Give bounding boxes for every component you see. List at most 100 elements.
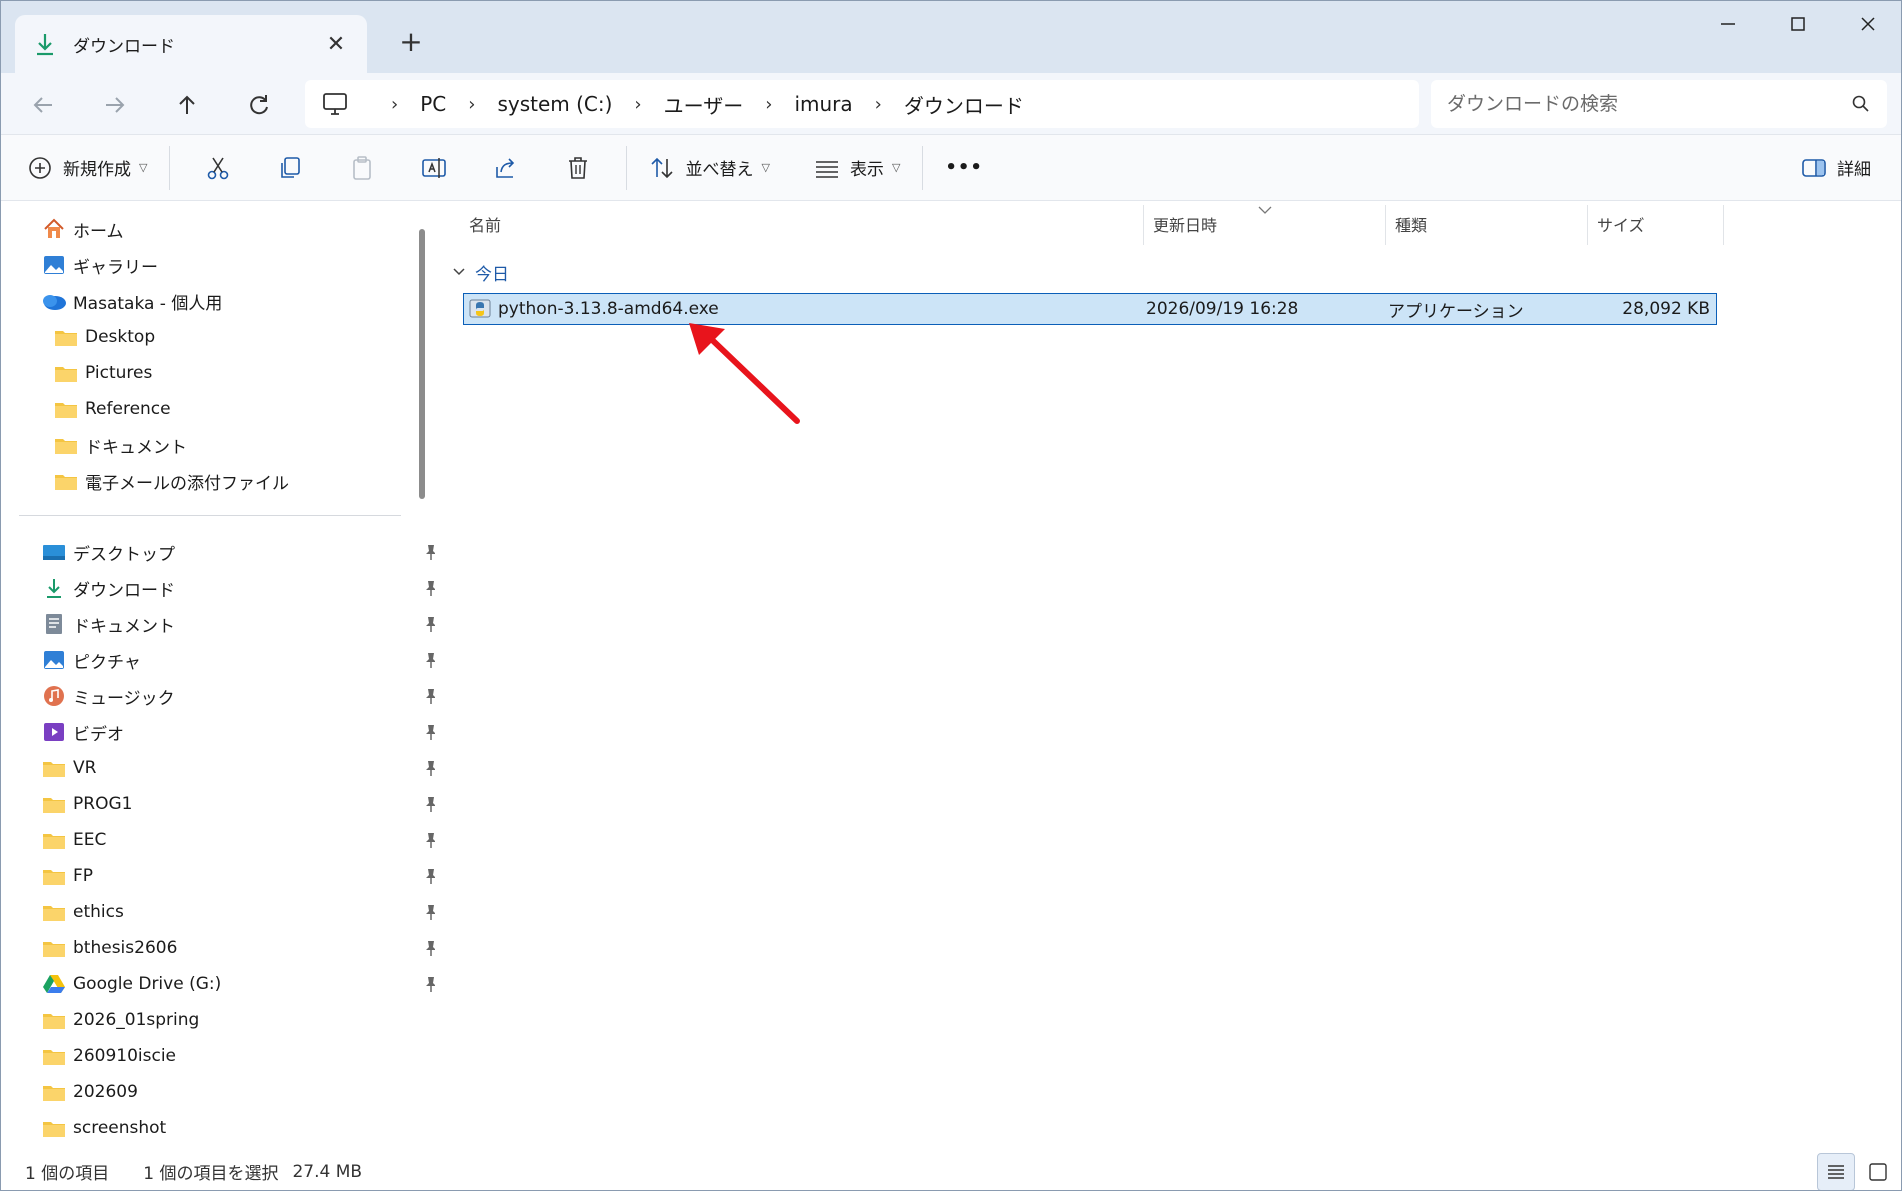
sidebar-item-label: ダウンロード [73, 580, 175, 601]
more-options-button[interactable]: ••• [935, 144, 993, 192]
close-window-button[interactable] [1833, 1, 1901, 47]
arrow-right-icon [106, 97, 125, 113]
clipboard-icon [353, 155, 372, 180]
new-tab-button[interactable]: + [393, 23, 429, 59]
close-tab-button[interactable]: ✕ [321, 29, 351, 59]
sidebar-item-google-drive[interactable]: Google Drive (G:) [41, 966, 436, 1002]
sidebar-item-home[interactable]: ホーム [41, 211, 124, 247]
sidebar-item-onedrive[interactable]: Masataka - 個人用 [41, 283, 222, 319]
folder-icon [41, 1115, 67, 1141]
sidebar-item-pictures-onedrive[interactable]: Pictures [53, 355, 152, 391]
pictures-icon [41, 647, 67, 673]
view-button[interactable]: 表示 ▽ [804, 144, 910, 192]
sidebar-item-ethics[interactable]: ethics [41, 894, 436, 930]
sidebar-item-label: screenshot [73, 1118, 167, 1138]
sidebar-item-desktop[interactable]: デスクトップ [41, 534, 436, 570]
column-header-size[interactable]: サイズ [1589, 201, 1717, 247]
breadcrumb-imura[interactable]: imura [794, 92, 852, 116]
forward-button[interactable] [95, 85, 135, 125]
sidebar-item-260910iscie[interactable]: 260910iscie [41, 1038, 176, 1074]
sidebar-item-label: デスクトップ [73, 544, 175, 565]
details-pane-button[interactable]: 詳細 [1791, 144, 1881, 192]
sidebar-item-gallery[interactable]: ギャラリー [41, 247, 158, 283]
sidebar-item-screenshot[interactable]: screenshot [41, 1110, 166, 1146]
refresh-icon [250, 95, 268, 115]
sidebar-item-prog1[interactable]: PROG1 [41, 786, 436, 822]
toolbar-divider [169, 145, 171, 190]
sidebar-item-pictures[interactable]: ピクチャ [41, 642, 436, 678]
sidebar-item-label: Desktop [85, 327, 156, 347]
up-button[interactable] [167, 85, 207, 125]
details-view-button[interactable] [1817, 1153, 1855, 1190]
tiles-view-button[interactable] [1859, 1153, 1897, 1190]
breadcrumb-system-c[interactable]: system (C:) [497, 92, 612, 116]
column-divider[interactable] [1385, 205, 1386, 245]
rename-icon [422, 157, 447, 178]
sidebar-item-bthesis2606[interactable]: bthesis2606 [41, 930, 436, 966]
music-icon [41, 683, 67, 709]
folder-icon [41, 755, 67, 781]
desktop-icon [41, 539, 67, 565]
breadcrumb-users[interactable]: ユーザー [664, 90, 744, 119]
status-item-count: 1 個の項目 [25, 1164, 110, 1184]
column-header-name[interactable]: 名前 [461, 201, 1169, 247]
group-header-today[interactable]: 今日 [451, 257, 509, 287]
sort-button[interactable]: 並べ替え ▽ [639, 144, 779, 192]
column-divider[interactable] [1143, 205, 1144, 245]
status-selected-count: 1 個の項目を選択 [143, 1164, 279, 1184]
sidebar-item-documents[interactable]: ドキュメント [41, 606, 436, 642]
column-divider[interactable] [1587, 205, 1588, 245]
search-icon[interactable] [1851, 94, 1871, 114]
sidebar-item-vr[interactable]: VR [41, 750, 436, 786]
sidebar-item-documents-onedrive[interactable]: ドキュメント [53, 427, 187, 463]
file-explorer-window: ダウンロード ✕ + › PC › system (C:) › ユーザー › i… [0, 0, 1902, 1191]
sidebar-scrollbar[interactable] [419, 229, 425, 499]
file-name: python-3.13.8-amd64.exe [498, 299, 719, 319]
search-box[interactable] [1431, 80, 1887, 128]
cut-button[interactable] [182, 144, 254, 192]
copy-button[interactable] [254, 144, 326, 192]
column-header-type[interactable]: 種類 [1387, 201, 1587, 247]
new-button-label: 新規作成 [63, 160, 131, 180]
sidebar-item-2026-01spring[interactable]: 2026_01spring [41, 1002, 199, 1038]
rename-button[interactable] [398, 144, 470, 192]
chevron-down-icon: ▽ [139, 161, 148, 174]
paste-button[interactable] [326, 144, 398, 192]
sidebar-item-email-attachments[interactable]: 電子メールの添付ファイル [53, 463, 289, 499]
sidebar-item-desktop-onedrive[interactable]: Desktop [53, 319, 155, 355]
back-button[interactable] [23, 85, 63, 125]
delete-button[interactable] [542, 144, 614, 192]
sidebar-item-fp[interactable]: FP [41, 858, 436, 894]
maximize-button[interactable] [1763, 1, 1833, 47]
minimize-button[interactable] [1693, 1, 1763, 47]
search-input[interactable] [1447, 93, 1851, 115]
sidebar-item-videos[interactable]: ビデオ [41, 714, 436, 750]
toolbar-divider [626, 145, 628, 190]
sidebar-item-202609[interactable]: 202609 [41, 1074, 138, 1110]
sidebar-item-label: ドキュメント [85, 437, 187, 458]
sidebar-item-label: Pictures [85, 363, 153, 383]
sidebar-item-label: PROG1 [73, 794, 133, 814]
maximize-icon [1791, 17, 1805, 31]
tab-downloads[interactable]: ダウンロード ✕ [15, 15, 367, 73]
sidebar-item-eec[interactable]: EEC [41, 822, 436, 858]
folder-icon [41, 791, 67, 817]
video-icon [41, 719, 67, 745]
share-button[interactable] [470, 144, 542, 192]
sidebar-item-label: Masataka - 個人用 [73, 293, 223, 314]
address-bar[interactable]: › PC › system (C:) › ユーザー › imura › ダウンロ… [305, 80, 1419, 128]
sidebar-item-reference[interactable]: Reference [53, 391, 171, 427]
sidebar-item-music[interactable]: ミュージック [41, 678, 436, 714]
breadcrumb-pc[interactable]: PC [420, 92, 446, 116]
breadcrumb-downloads[interactable]: ダウンロード [904, 90, 1024, 119]
table-row[interactable]: python-3.13.8-amd64.exe 2026/09/19 16:28… [463, 293, 1717, 325]
minimize-icon [1721, 23, 1735, 25]
share-icon [496, 157, 515, 178]
sidebar-item-downloads[interactable]: ダウンロード [41, 570, 436, 606]
new-button[interactable]: 新規作成 ▽ [17, 144, 157, 192]
folder-icon [53, 432, 79, 458]
column-divider[interactable] [1723, 205, 1724, 245]
file-type-cell: アプリケーション [1388, 301, 1524, 322]
file-size-cell: 28,092 KB [1622, 299, 1710, 319]
refresh-button[interactable] [239, 85, 279, 125]
